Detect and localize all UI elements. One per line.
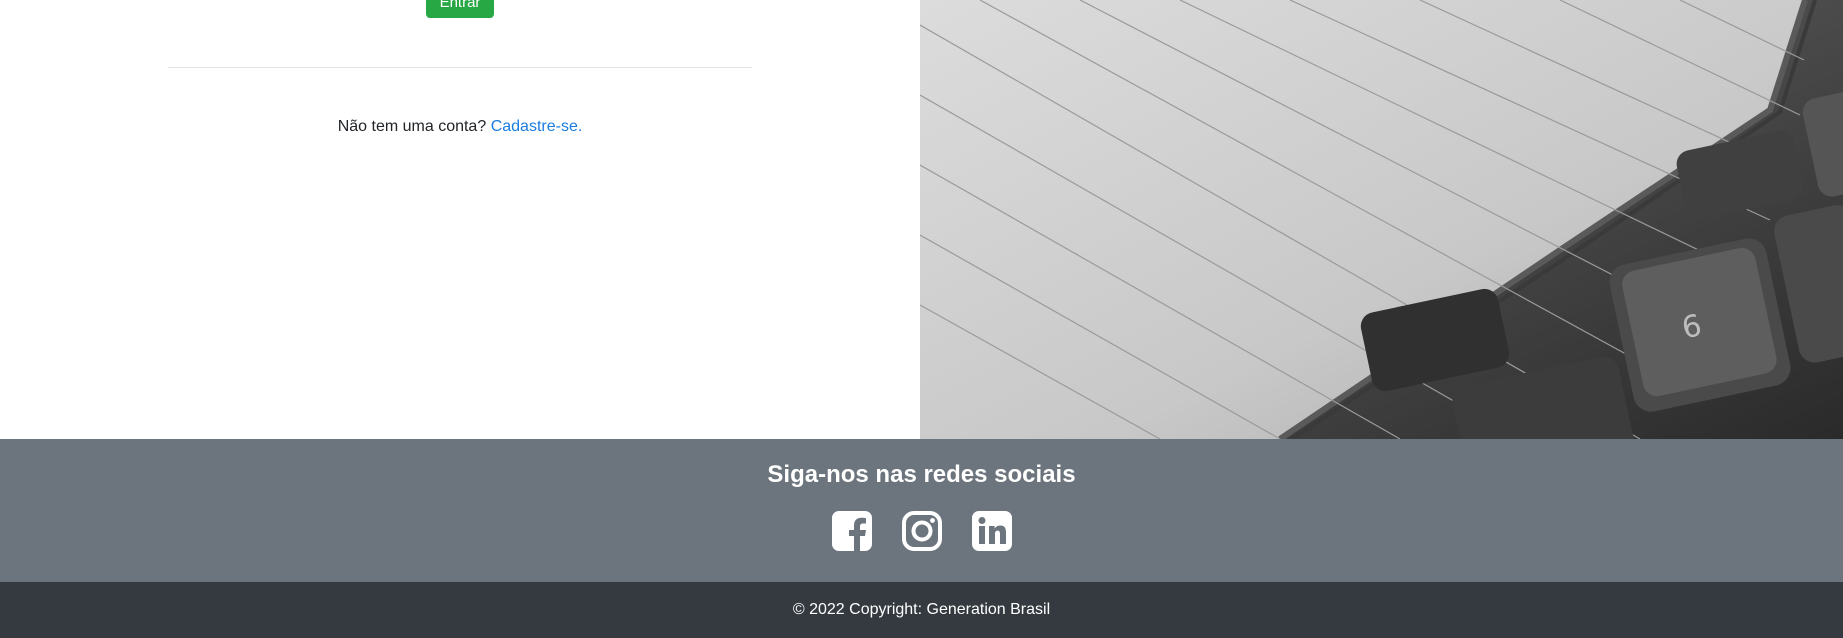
signup-prompt: Não tem uma conta? Cadastre-se.	[0, 118, 920, 136]
notebook-keyboard-photo: 6	[920, 0, 1843, 439]
hero-image: 6	[920, 0, 1843, 439]
no-account-text: Não tem uma conta?	[337, 118, 487, 135]
login-pane: Entrar Não tem uma conta? Cadastre-se.	[0, 0, 920, 439]
social-icons	[0, 510, 1843, 552]
social-title: Siga-nos nas redes sociais	[767, 461, 1076, 488]
facebook-icon[interactable]	[831, 510, 873, 552]
login-submit-button[interactable]: Entrar	[426, 0, 494, 18]
instagram-icon[interactable]	[901, 510, 943, 552]
copyright-text: © 2022 Copyright: Generation Brasil	[792, 601, 1051, 618]
linkedin-icon[interactable]	[971, 510, 1013, 552]
copyright-footer: © 2022 Copyright: Generation Brasil	[0, 582, 1843, 638]
main-content: Entrar Não tem uma conta? Cadastre-se. 6	[0, 0, 1843, 439]
social-footer: Siga-nos nas redes sociais	[0, 439, 1843, 582]
divider	[168, 67, 752, 68]
signup-link[interactable]: Cadastre-se.	[491, 118, 583, 135]
page: Entrar Não tem uma conta? Cadastre-se. 6…	[0, 0, 1843, 638]
